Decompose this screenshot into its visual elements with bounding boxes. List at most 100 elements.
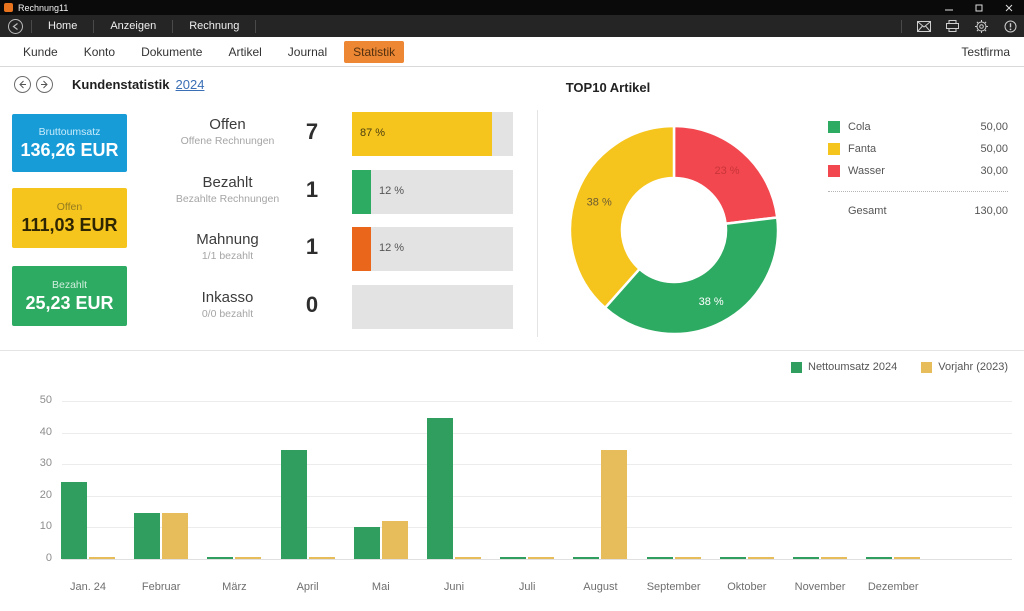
bar-previous-oktober[interactable] [748,557,774,559]
bar-previous-dezember[interactable] [894,557,920,559]
bar-current-august[interactable] [573,557,599,559]
prev-year-icon[interactable] [14,76,31,93]
tab-statistik[interactable]: Statistik [344,41,404,63]
legend-swatch-icon [791,362,802,373]
year-link[interactable]: 2024 [176,77,205,92]
tab-artikel[interactable]: Artikel [219,41,270,63]
donut-chart-title: TOP10 Artikel [528,80,688,95]
menu-item-home[interactable]: Home [32,15,93,37]
legend-swatch-icon [828,143,840,155]
donut-legend-item-cola[interactable]: Cola50,00 [828,116,1008,138]
x-axis-category-label: August [583,581,617,593]
bar-current-juli[interactable] [500,557,526,559]
menu-items: HomeAnzeigenRechnung [32,15,256,37]
stat-labels: OffenOffene Rechnungen [160,116,295,147]
bar-current-mai[interactable] [354,527,380,559]
bar-current-oktober[interactable] [720,557,746,559]
stat-row-inkasso: Inkasso0/0 bezahlt0 [160,285,520,329]
bar-current-jan24[interactable] [61,482,87,559]
stat-progress-track: 12 % [352,227,513,271]
tab-konto[interactable]: Konto [75,41,124,63]
stat-count: 7 [290,119,334,145]
bar-current-mrz[interactable] [207,557,233,559]
donut-slice-percent: 23 % [715,165,740,177]
y-axis-tick-label: 0 [26,552,52,564]
restore-icon[interactable] [964,0,994,15]
printer-icon[interactable] [945,19,960,34]
bar-previous-september[interactable] [675,557,701,559]
legend-item-label: Nettoumsatz 2024 [808,361,897,373]
x-axis-category-label: November [795,581,846,593]
donut-legend: Cola50,00Fanta50,00Wasser30,00Gesamt130,… [828,116,1008,222]
summary-card-bezahlt[interactable]: Bezahlt25,23 EUR [12,266,127,326]
card-value: 25,23 EUR [25,293,113,314]
bar-legend-nettoumsatz: Nettoumsatz 2024 [791,361,897,373]
summary-card-bruttoumsatz[interactable]: Bruttoumsatz136,26 EUR [12,114,127,172]
bar-current-februar[interactable] [134,513,160,559]
company-label: Testfirma [961,45,1010,59]
vertical-divider [537,110,538,337]
total-value: 130,00 [974,205,1008,217]
mail-icon[interactable] [916,19,931,34]
stat-subtitle: 0/0 bezahlt [160,308,295,320]
stat-title: Mahnung [160,231,295,248]
bar-chart-legend: Nettoumsatz 2024Vorjahr (2023) [791,361,1008,373]
stat-count: 1 [290,234,334,260]
tab-journal[interactable]: Journal [279,41,336,63]
legend-item-label: Wasser [848,165,980,177]
y-axis-tick-label: 10 [26,520,52,532]
bar-previous-juni[interactable] [455,557,481,559]
bar-previous-august[interactable] [601,450,627,559]
bar-previous-mai[interactable] [382,521,408,559]
bar-current-juni[interactable] [427,418,453,559]
bar-previous-november[interactable] [821,557,847,559]
tab-dokumente[interactable]: Dokumente [132,41,211,63]
legend-item-label: Cola [848,121,980,133]
app-icon [4,3,13,12]
stat-progress-track [352,285,513,329]
chart-gridline [62,496,1012,497]
chart-gridline [62,401,1012,402]
stat-row-bezahlt: BezahltBezahlte Rechnungen112 % [160,170,520,214]
legend-item-value: 50,00 [980,121,1008,133]
tab-kunde[interactable]: Kunde [14,41,67,63]
info-icon[interactable] [1003,19,1018,34]
chart-gridline [62,527,1012,528]
menubar-icons [901,15,1018,37]
bar-previous-april[interactable] [309,557,335,559]
legend-item-value: 30,00 [980,165,1008,177]
bar-previous-mrz[interactable] [235,557,261,559]
total-label: Gesamt [848,205,974,217]
bar-current-november[interactable] [793,557,819,559]
page-title: Kundenstatistik [72,77,170,92]
x-axis-category-label: März [222,581,246,593]
bar-previous-juli[interactable] [528,557,554,559]
x-axis-category-label: Juli [519,581,536,593]
menu-item-anzeigen[interactable]: Anzeigen [94,15,172,37]
app-window: Rechnung11 HomeAnzeigenRechnung KundeKon… [0,0,1024,611]
bar-previous-jan24[interactable] [89,557,115,559]
legend-item-value: 50,00 [980,143,1008,155]
summary-card-offen[interactable]: Offen111,03 EUR [12,188,127,248]
stat-title: Offen [160,116,295,133]
gear-icon[interactable] [974,19,989,34]
bar-current-april[interactable] [281,450,307,559]
stat-progress-track: 12 % [352,170,513,214]
close-icon[interactable] [994,0,1024,15]
next-year-icon[interactable] [36,76,53,93]
stat-count: 0 [290,292,334,318]
bar-current-dezember[interactable] [866,557,892,559]
stat-progress-fill [352,170,371,214]
donut-legend-item-fanta[interactable]: Fanta50,00 [828,138,1008,160]
legend-item-label: Fanta [848,143,980,155]
x-axis-category-label: Dezember [868,581,919,593]
menu-item-rechnung[interactable]: Rechnung [173,15,255,37]
minimize-icon[interactable] [934,0,964,15]
donut-legend-item-wasser[interactable]: Wasser30,00 [828,160,1008,182]
back-icon[interactable] [8,19,23,34]
bar-previous-februar[interactable] [162,513,188,559]
chart-gridline [62,433,1012,434]
stat-labels: Inkasso0/0 bezahlt [160,289,295,320]
bar-current-september[interactable] [647,557,673,559]
stat-title: Bezahlt [160,174,295,191]
